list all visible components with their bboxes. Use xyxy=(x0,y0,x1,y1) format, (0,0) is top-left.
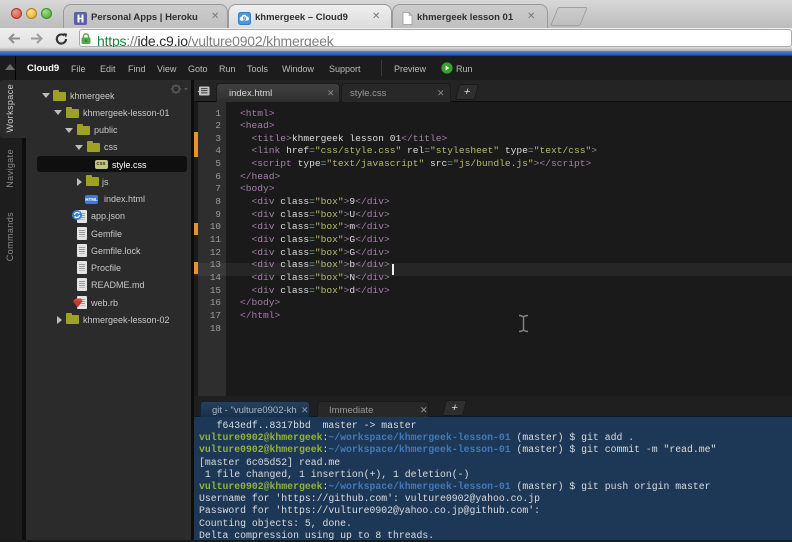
svg-text:9: 9 xyxy=(243,17,246,23)
